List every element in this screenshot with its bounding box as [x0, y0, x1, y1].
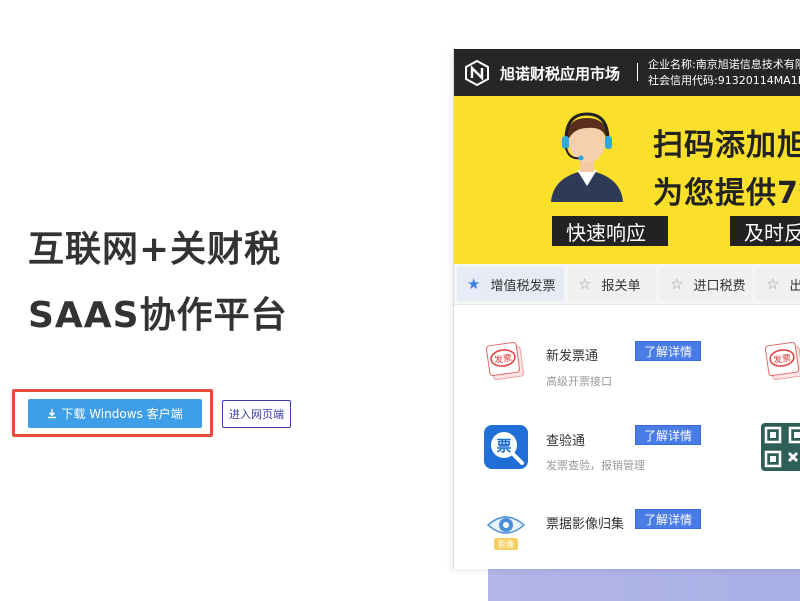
card-title-verification: 查验通 [546, 434, 586, 449]
company-name: 企业名称:南京旭诺信息技术有限 [648, 58, 800, 71]
banner-tag-fast-response: 快速响应 [552, 216, 668, 246]
ticket-search-icon: 票 [484, 425, 528, 469]
download-windows-client-button[interactable]: 下载 Windows 客户端 [28, 399, 202, 428]
eye-image-icon: 影像 [486, 516, 526, 550]
tab-label: 进口税费 [693, 278, 746, 294]
brand-name: 旭诺财税应用市场 [500, 65, 621, 83]
star-outline-icon: ☆ [670, 275, 684, 293]
preview-header: 旭诺财税应用市场 企业名称:南京旭诺信息技术有限 社会信用代码:91320114… [454, 49, 800, 96]
banner-line2: 为您提供7* [653, 176, 800, 211]
tab-label: 出 [789, 275, 800, 294]
card-desc-verification: 发票查验，报销管理 [546, 459, 645, 472]
card-title-image-archive: 票据影像归集 [546, 517, 625, 532]
background-gradient [488, 565, 800, 601]
tab-export[interactable]: ☆ 出 [756, 267, 800, 301]
card-title-new-invoice: 新发票通 [546, 349, 599, 364]
learn-more-button-verification[interactable]: 了解详情 [635, 425, 701, 445]
svg-text:影像: 影像 [498, 539, 514, 549]
tab-label: 增值税发票 [490, 278, 556, 294]
learn-more-button-image-archive[interactable]: 了解详情 [635, 509, 701, 529]
star-outline-icon: ☆ [578, 275, 592, 293]
tab-vat-invoice[interactable]: ★ 增值税发票 [457, 267, 564, 301]
customer-service-agent-icon [551, 112, 623, 202]
enter-web-button[interactable]: 进入网页端 [222, 400, 291, 428]
invoice-stamp-icon: 发票 [764, 341, 800, 381]
banner-tag-timely: 及时反 [730, 216, 800, 246]
download-button-label: 下载 Windows 客户端 [61, 407, 183, 421]
brand-logo-icon [465, 60, 489, 86]
banner-line1: 扫码添加旭 [653, 128, 800, 163]
tab-import-tax[interactable]: ☆ 进口税费 [660, 267, 752, 301]
company-info: 企业名称:南京旭诺信息技术有限 社会信用代码:91320114MA1M [648, 57, 800, 89]
download-icon [48, 408, 57, 418]
star-filled-icon: ★ [467, 275, 481, 293]
invoice-stamp-icon: 发票 [485, 341, 525, 381]
header-divider [637, 63, 638, 81]
credit-code: 社会信用代码:91320114MA1M [648, 74, 800, 87]
qr-code-icon [761, 423, 800, 471]
tab-label: 报关单 [601, 278, 641, 294]
promo-banner[interactable]: 扫码添加旭 为您提供7* 快速响应 及时反 [454, 96, 800, 264]
svg-text:票: 票 [496, 437, 511, 455]
star-outline-icon: ☆ [766, 275, 780, 293]
category-tabs: ★ 增值税发票 ☆ 报关单 ☆ 进口税费 ☆ 出 [454, 264, 800, 305]
learn-more-button-new-invoice[interactable]: 了解详情 [635, 341, 701, 361]
hero-title-line2: SAAS协作平台 [28, 295, 288, 336]
tab-customs-declaration[interactable]: ☆ 报关单 [568, 267, 656, 301]
hero-title-line1: 互联网+关财税 [28, 229, 282, 270]
card-desc-new-invoice: 高级开票接口 [546, 375, 612, 388]
app-preview: 旭诺财税应用市场 企业名称:南京旭诺信息技术有限 社会信用代码:91320114… [453, 49, 800, 569]
